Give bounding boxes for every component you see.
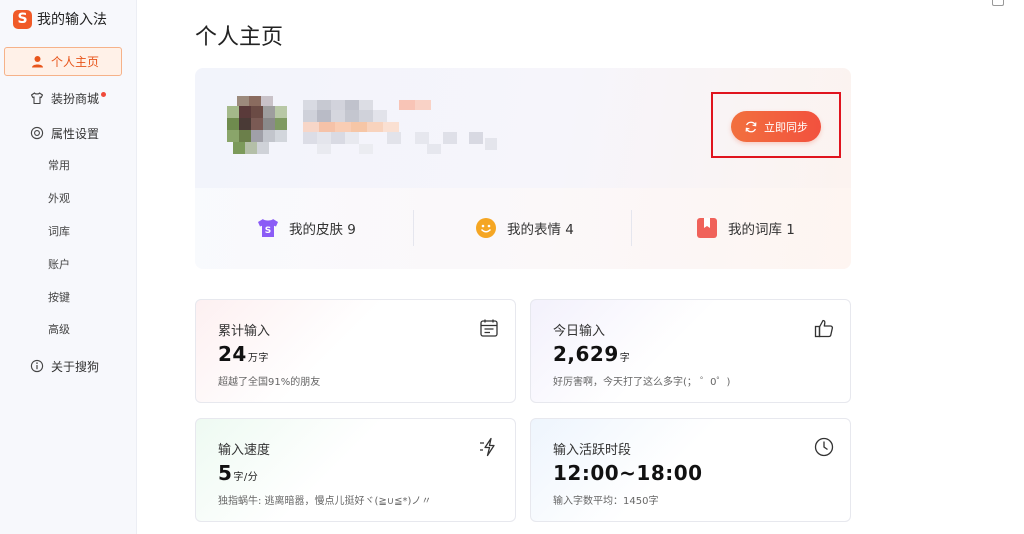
page-title: 个人主页: [195, 25, 284, 50]
today-input-label: 今日输入: [553, 324, 606, 339]
my-skins-stat[interactable]: S 我的皮肤 9: [257, 210, 356, 246]
info-icon: [30, 359, 44, 373]
clock-icon: [814, 437, 834, 457]
lightning-icon: [479, 437, 499, 457]
input-speed-value: 5字/分: [218, 461, 258, 485]
sogou-logo-icon: S: [13, 9, 32, 29]
profile-name-blurred: [303, 98, 503, 160]
input-speed-unit: 字/分: [233, 472, 259, 483]
total-input-value: 24万字: [218, 342, 269, 366]
svg-text:S: S: [265, 226, 271, 236]
profile-stats: S 我的皮肤 9 我的表情 4 我的词库 1: [195, 188, 851, 269]
total-input-number: 24: [218, 342, 247, 366]
sidebar-subitem-keys[interactable]: 按键: [48, 289, 70, 307]
sidebar-item-store[interactable]: 装扮商城: [30, 87, 107, 109]
sidebar-subitem-advanced[interactable]: 高级: [48, 321, 70, 339]
total-input-label: 累计输入: [218, 324, 271, 339]
sidebar-item-settings[interactable]: 属性设置: [30, 122, 99, 144]
my-skins-label: 我的皮肤 9: [289, 222, 356, 238]
calendar-icon: [479, 318, 499, 338]
sidebar: S 我的输入法 个人主页 装扮商城 属性设置 常用 外观 词库 账户 按键 高级…: [0, 0, 137, 534]
user-icon: [30, 55, 44, 69]
total-input-unit: 万字: [247, 353, 269, 364]
sidebar-item-about[interactable]: 关于搜狗: [30, 355, 99, 377]
stat-divider: [631, 210, 632, 246]
today-input-note: 好厉害啊，今天打了这么多字(； ゜0゜): [553, 377, 731, 388]
input-speed-card: 输入速度 5字/分 独指蜗牛: 逃离暗嚣，慢点儿挺好ヾ(≧∪≦*)ノ〃: [195, 418, 516, 522]
active-period-value: 12:00~18:00: [553, 461, 704, 485]
sidebar-item-label: 装扮商城: [51, 91, 100, 106]
input-speed-note: 独指蜗牛: 逃离暗嚣，慢点儿挺好ヾ(≧∪≦*)ノ〃: [218, 496, 432, 507]
skin-icon: S: [257, 217, 279, 239]
profile-card: 立即同步 S 我的皮肤 9 我的表情 4 我的词库 1: [195, 68, 851, 269]
sync-now-button[interactable]: 立即同步: [731, 111, 821, 142]
window-corner-icon[interactable]: [992, 0, 1004, 6]
settings-icon: [30, 126, 44, 140]
today-input-number: 2,629: [553, 342, 619, 366]
dictionary-icon: [696, 217, 718, 239]
my-dictionary-stat[interactable]: 我的词库 1: [696, 210, 795, 246]
shirt-icon: [30, 91, 44, 105]
sidebar-item-label: 关于搜狗: [51, 359, 100, 374]
my-emojis-stat[interactable]: 我的表情 4: [475, 210, 574, 246]
sidebar-item-label: 个人主页: [51, 55, 100, 69]
today-input-unit: 字: [619, 353, 631, 364]
input-speed-number: 5: [218, 461, 233, 485]
active-period-note: 输入字数平均：1450字: [553, 496, 659, 507]
emoji-icon: [475, 217, 497, 239]
sidebar-item-profile[interactable]: 个人主页: [4, 47, 122, 76]
my-emojis-label: 我的表情 4: [507, 222, 574, 238]
app-brand: S 我的输入法: [13, 8, 107, 30]
sidebar-subitem-account[interactable]: 账户: [48, 256, 70, 274]
notification-dot: [101, 91, 107, 97]
app-title: 我的输入法: [37, 12, 107, 28]
refresh-icon: [744, 120, 758, 134]
sidebar-subitem-dictionary[interactable]: 词库: [48, 223, 70, 241]
active-period-number: 12:00~18:00: [553, 461, 703, 485]
profile-header: 立即同步: [195, 68, 851, 188]
sidebar-subitem-appearance[interactable]: 外观: [48, 190, 70, 208]
total-input-card: 累计输入 24万字 超越了全国91%的朋友: [195, 299, 516, 403]
sidebar-item-label: 属性设置: [51, 126, 100, 141]
active-period-label: 输入活跃时段: [553, 443, 632, 458]
total-input-note: 超越了全国91%的朋友: [218, 377, 321, 388]
stat-divider: [413, 210, 414, 246]
sidebar-subitem-common[interactable]: 常用: [48, 157, 70, 175]
input-speed-label: 输入速度: [218, 443, 271, 458]
thumbs-up-icon: [814, 318, 834, 338]
active-period-card: 输入活跃时段 12:00~18:00 输入字数平均：1450字: [530, 418, 851, 522]
sync-now-label: 立即同步: [764, 120, 808, 134]
today-input-card: 今日输入 2,629字 好厉害啊，今天打了这么多字(； ゜0゜): [530, 299, 851, 403]
my-dictionary-label: 我的词库 1: [728, 222, 795, 238]
today-input-value: 2,629字: [553, 342, 630, 366]
avatar[interactable]: [227, 96, 297, 160]
